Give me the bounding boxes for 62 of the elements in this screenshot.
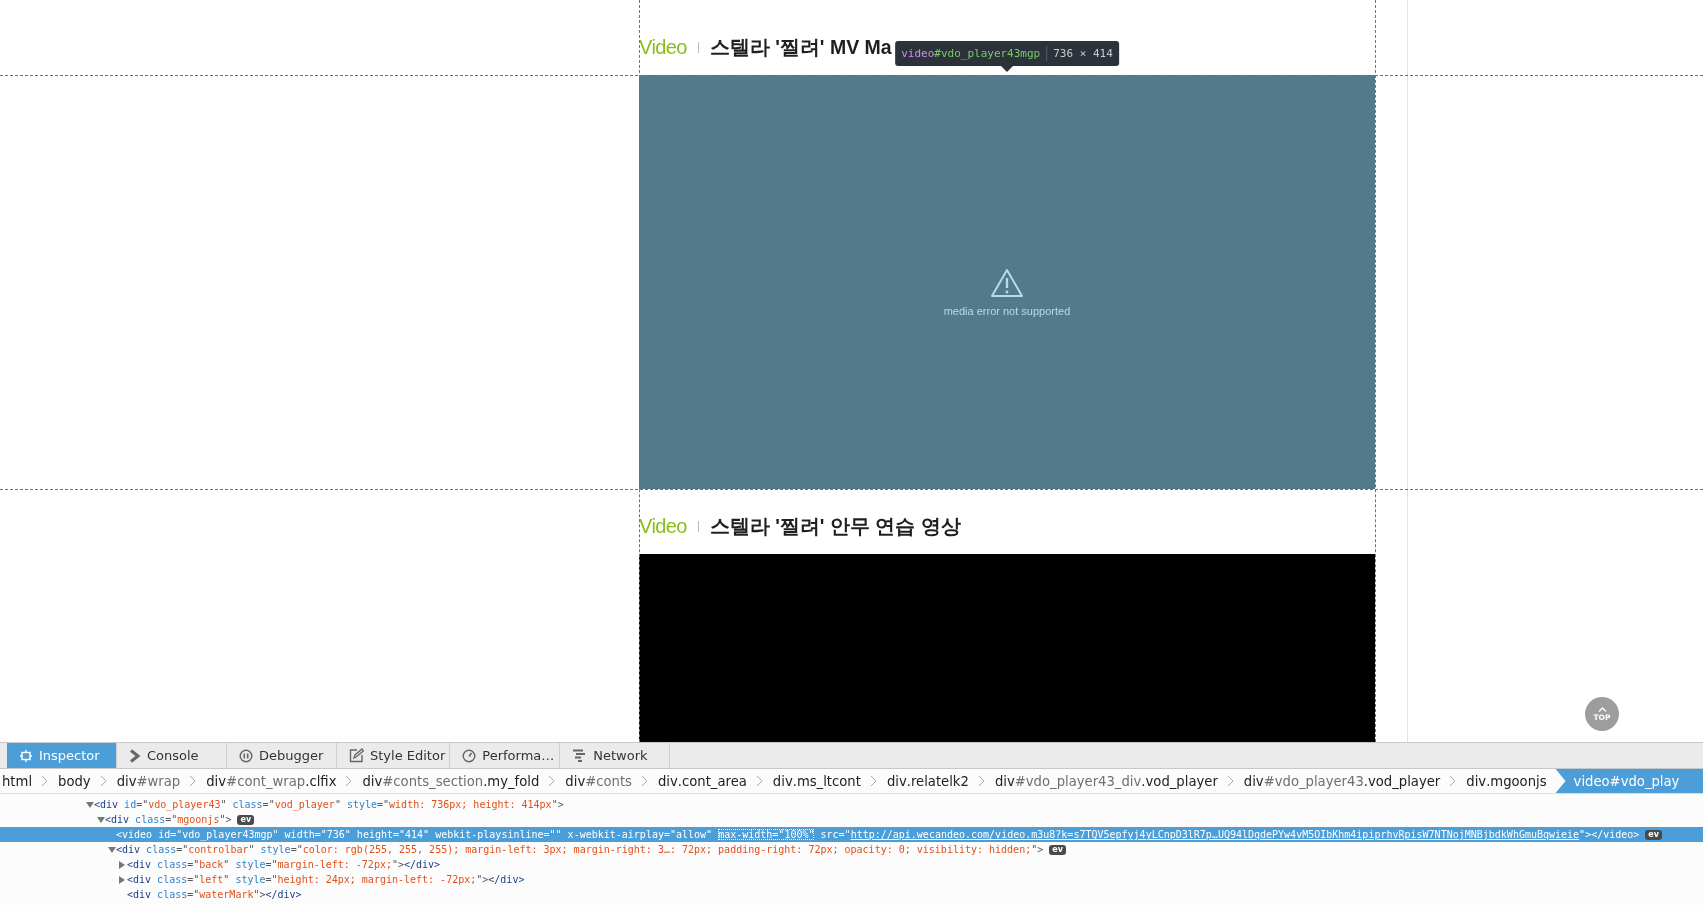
breadcrumb-item[interactable]: div#wrap bbox=[114, 769, 181, 793]
error-message: media error not supported bbox=[943, 304, 1071, 317]
markup-row[interactable]: <div class="left" style="height: 24px; margin-left: -72px;"></div> bbox=[0, 872, 1703, 887]
breadcrumb-item[interactable]: div.cont_area bbox=[655, 769, 747, 793]
breadcrumb-item[interactable]: div#conts_section.my_fold bbox=[360, 769, 540, 793]
selector-label: video#vdo_player43mgp bbox=[901, 47, 1041, 60]
breadcrumb-item[interactable]: body bbox=[56, 769, 91, 793]
crosshair-icon bbox=[19, 748, 33, 763]
breadcrumb-item[interactable]: div.ms_ltcont bbox=[770, 769, 861, 793]
chevron-icon bbox=[129, 748, 141, 763]
markup-row[interactable]: <div class="waterMark"></div> bbox=[0, 887, 1703, 902]
chevron-icon bbox=[41, 775, 49, 787]
devtools-tab[interactable]: Style Editor bbox=[337, 743, 451, 768]
markup-code: <div class="left" style="height: 24px; margin-left: -72px;"></div> bbox=[127, 874, 525, 885]
devtools-tab[interactable]: Performa… bbox=[450, 743, 561, 768]
devtools-tab[interactable]: Debugger bbox=[227, 743, 337, 768]
markup-code: <div class="waterMark"></div> bbox=[127, 889, 302, 900]
breadcrumb-item[interactable]: div#conts bbox=[563, 769, 632, 793]
size-label: 736 × 414 bbox=[1053, 47, 1113, 60]
event-badge[interactable]: ev bbox=[237, 814, 255, 825]
markup-code: <div class="back" style="margin-left: -72px;"></div> bbox=[127, 859, 441, 870]
pause-icon bbox=[239, 748, 253, 763]
markup-row[interactable]: <div class="controlbar" style="color: rgb(255, 255, 255); margin-left: 3px; margin-right: 3…: 72px; padding-right: 72px; opacity: 0; visibility: hidden;"> ev bbox=[0, 842, 1703, 857]
category-label: Video bbox=[639, 35, 687, 59]
chevron-icon bbox=[548, 775, 556, 787]
category-label: Video bbox=[639, 514, 687, 538]
breadcrumb-item[interactable]: html bbox=[0, 769, 33, 793]
markup-code: <video id="vdo_player43mgp" width="736" height="414" webkit-playsinline="" x-webkit-airplay="allow" max-width="100%" src=" bbox=[116, 829, 851, 840]
breadcrumb-item[interactable]: div#vdo_player43.vod_player bbox=[1241, 769, 1441, 793]
chevron-icon bbox=[977, 775, 985, 787]
markup-row[interactable]: <div class="back" style="margin-left: -72px;"></div> bbox=[0, 857, 1703, 872]
markup-code: <div class="controlbar" style="color: rgb(255, 255, 255); margin-left: 3px; margin-right: 3…: 72px; padding-right: 72px; opacity: 0; visibility: hidden;"> bbox=[116, 844, 1044, 855]
chevron-icon bbox=[640, 775, 648, 787]
video-title: 스텔라 '찔려' 안무 연습 영상 bbox=[709, 513, 961, 539]
pencil-icon bbox=[349, 748, 364, 763]
caret-up-icon bbox=[1597, 706, 1607, 712]
markup-code: "></video> bbox=[1579, 829, 1640, 840]
event-badge[interactable]: ev bbox=[1049, 844, 1066, 855]
chevron-icon bbox=[189, 775, 197, 787]
chevron-icon bbox=[99, 775, 107, 787]
breadcrumb-item[interactable]: div.mgoonjs bbox=[1464, 769, 1547, 793]
chevron-icon bbox=[1226, 775, 1234, 787]
markup-code: <div id="vdo_player43" class="vod_player" style="width: 736px; height: 414px"> bbox=[94, 799, 564, 810]
gauge-icon bbox=[462, 748, 477, 763]
event-badge[interactable]: ev bbox=[1645, 829, 1662, 840]
bars-icon bbox=[572, 749, 588, 762]
chevron-icon bbox=[345, 775, 353, 787]
breadcrumb-item[interactable]: div#vdo_player43_div.vod_player bbox=[992, 769, 1218, 793]
devtools-tab[interactable]: Console bbox=[117, 743, 227, 768]
markup-code: <div class="mgoonjs"> bbox=[105, 814, 232, 825]
markup-row[interactable]: <div id="vdo_player43" class="vod_player" style="width: 736px; height: 414px"> bbox=[0, 797, 1703, 812]
warning-icon bbox=[990, 267, 1024, 298]
video-title: 스텔라 '찔려' MV Ma bbox=[709, 34, 892, 60]
chevron-icon bbox=[755, 775, 763, 787]
chevron-icon bbox=[869, 775, 877, 787]
markup-row[interactable]: <div class="mgoonjs"> ev bbox=[0, 812, 1703, 827]
devtools-tab[interactable]: Network bbox=[560, 743, 671, 768]
chevron-icon bbox=[1449, 775, 1457, 787]
breadcrumb-item[interactable]: div#cont_wrap.clfix bbox=[204, 769, 337, 793]
caret-down-icon[interactable] bbox=[108, 846, 116, 853]
markup-row[interactable] bbox=[0, 827, 1703, 842]
breadcrumb-item[interactable]: div.relatelk2 bbox=[884, 769, 969, 793]
